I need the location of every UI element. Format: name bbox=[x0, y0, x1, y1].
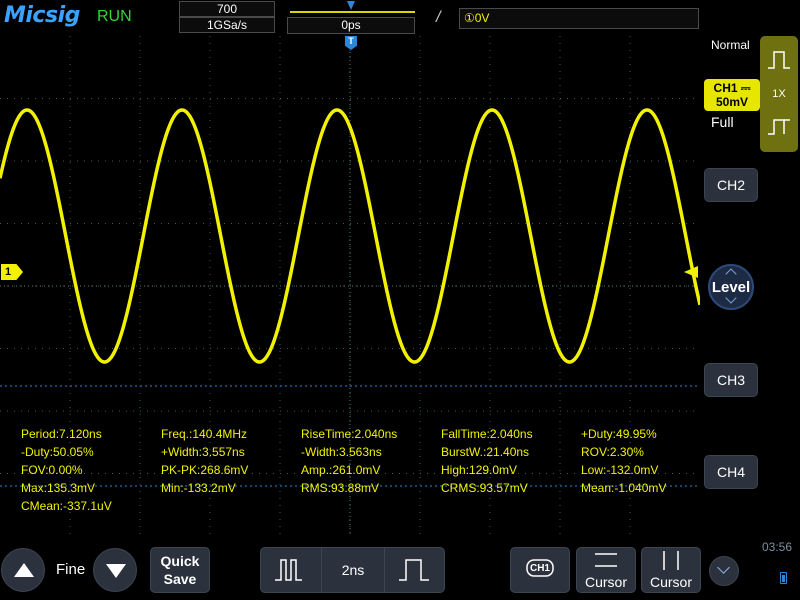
trigger-mode-label[interactable]: Normal bbox=[711, 38, 750, 52]
memory-depth[interactable]: 700 bbox=[179, 1, 275, 17]
narrow-pulse-icon bbox=[275, 559, 302, 581]
fine-down-button[interactable] bbox=[93, 548, 137, 592]
waveform-display[interactable]: 1 Period:7.120ns Freq.:140.4MHz RiseTime… bbox=[0, 36, 700, 536]
trigger-position-display[interactable]: 0ps bbox=[287, 17, 415, 34]
timebase-decrease-button[interactable] bbox=[261, 548, 321, 592]
measurement-item: Low:-132.0mV bbox=[581, 463, 659, 477]
quick-save-button[interactable]: Quick Save bbox=[150, 547, 210, 593]
measurement-item: Amp.:261.0mV bbox=[301, 463, 381, 477]
measurement-item: -Duty:50.05% bbox=[21, 445, 94, 459]
top-status-bar: Micsig RUN 700 1GSa/s 0ps / ①0V bbox=[0, 0, 800, 36]
wide-pulse-icon bbox=[399, 559, 429, 581]
ch2-button[interactable]: CH2 bbox=[704, 168, 758, 202]
quick-save-label-2: Save bbox=[163, 571, 197, 587]
cursor-label: Cursor bbox=[584, 574, 627, 590]
horizontal-cursor-icon bbox=[595, 553, 617, 567]
ch4-button[interactable]: CH4 bbox=[704, 455, 758, 489]
bottom-toolbar: Fine Quick Save 2ns CH1 Cursor Cursor 03… bbox=[0, 536, 800, 600]
ch1-coupling-panel[interactable]: 1X bbox=[760, 36, 798, 152]
measurement-item: Max:135.3mV bbox=[21, 481, 96, 495]
run-state-indicator[interactable]: RUN bbox=[97, 8, 132, 26]
clock: 03:56 bbox=[762, 540, 793, 554]
probe-ratio[interactable]: 1X bbox=[760, 88, 798, 100]
vertical-cursor-button[interactable]: Cursor bbox=[641, 547, 701, 593]
brand-logo: Micsig bbox=[4, 3, 80, 28]
pulse-positive-icon[interactable] bbox=[766, 48, 792, 72]
ch3-button[interactable]: CH3 bbox=[704, 363, 758, 397]
expand-menu-button[interactable] bbox=[709, 556, 739, 586]
chevron-down-icon bbox=[717, 561, 730, 574]
trigger-info-display[interactable]: ①0V bbox=[459, 8, 699, 29]
sample-rate[interactable]: 1GSa/s bbox=[179, 17, 275, 33]
cursor-label: Cursor bbox=[649, 574, 692, 590]
measurement-item: Freq.:140.4MHz bbox=[161, 427, 248, 441]
battery-icon bbox=[780, 572, 787, 584]
arrow-down-icon bbox=[106, 564, 126, 578]
measurement-item: FOV:0.00% bbox=[21, 463, 83, 477]
measurement-item: RMS:93.88mV bbox=[301, 481, 380, 495]
measurement-item: CRMS:93.57mV bbox=[441, 481, 528, 495]
measurement-row: Max:135.3mV Min:-133.2mV RMS:93.88mV CRM… bbox=[16, 481, 696, 499]
measurement-item: +Duty:49.95% bbox=[581, 427, 657, 441]
bandwidth-label[interactable]: Full bbox=[711, 114, 734, 130]
trigger-level-knob[interactable]: Level bbox=[708, 264, 754, 310]
measurement-item: Mean:-1.040mV bbox=[581, 481, 667, 495]
measurement-row: CMean:-337.1uV bbox=[16, 499, 696, 517]
measurement-item: CMean:-337.1uV bbox=[21, 499, 112, 513]
rising-edge-icon[interactable]: / bbox=[436, 9, 440, 27]
measurement-item: Min:-133.2mV bbox=[161, 481, 236, 495]
chevron-up-icon bbox=[725, 268, 737, 280]
measurement-item: Period:7.120ns bbox=[21, 427, 102, 441]
ch1-button-label: CH1 bbox=[529, 563, 550, 574]
pulse-step-icon[interactable] bbox=[766, 114, 792, 138]
measurement-item: -Width:3.563ns bbox=[301, 445, 382, 459]
timebase-increase-button[interactable] bbox=[385, 548, 445, 592]
right-control-panel: Normal CH1 ⎓ 50mV Full 1X CH2 Level CH3 … bbox=[701, 36, 800, 536]
record-overview-bar bbox=[290, 11, 415, 13]
fine-up-button[interactable] bbox=[1, 548, 45, 592]
measurement-row: FOV:0.00% PK-PK:268.6mV Amp.:261.0mV Hig… bbox=[16, 463, 696, 481]
ch1-scale: 50mV bbox=[715, 95, 749, 109]
measurement-item: RiseTime:2.040ns bbox=[301, 427, 398, 441]
vertical-cursor-icon bbox=[663, 551, 679, 570]
timebase-control: 2ns bbox=[260, 547, 445, 593]
ch1-name: CH1 ⎓ bbox=[713, 81, 751, 95]
measurement-item: High:129.0mV bbox=[441, 463, 518, 477]
measurement-item: BurstW.:21.40ns bbox=[441, 445, 530, 459]
measurement-item: ROV:2.30% bbox=[581, 445, 644, 459]
trigger-position-marker-icon bbox=[347, 1, 355, 10]
measurement-item: PK-PK:268.6mV bbox=[161, 463, 249, 477]
timebase-value[interactable]: 2ns bbox=[322, 548, 384, 592]
horizontal-cursor-button[interactable]: Cursor bbox=[576, 547, 636, 593]
measurement-item: +Width:3.557ns bbox=[161, 445, 245, 459]
fine-label[interactable]: Fine bbox=[56, 561, 85, 578]
arrow-up-icon bbox=[14, 563, 34, 577]
quick-save-label-1: Quick bbox=[160, 553, 200, 569]
measurement-item: FallTime:2.040ns bbox=[441, 427, 533, 441]
ch1-channel-button[interactable]: CH1 bbox=[510, 547, 570, 593]
measurement-row: Period:7.120ns Freq.:140.4MHz RiseTime:2… bbox=[16, 427, 696, 445]
ch1-scale-button[interactable]: CH1 ⎓ 50mV bbox=[704, 79, 760, 111]
measurement-row: -Duty:50.05% +Width:3.557ns -Width:3.563… bbox=[16, 445, 696, 463]
